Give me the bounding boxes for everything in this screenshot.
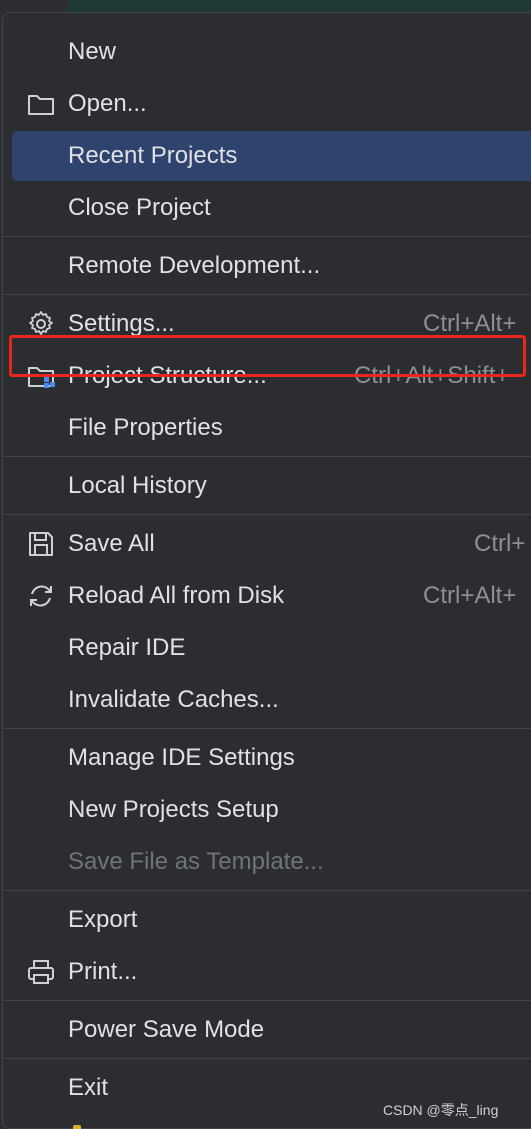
menu-item-label: Power Save Mode	[68, 1016, 265, 1043]
menu-item-reload-all-from-disk[interactable]: Reload All from Disk Ctrl+Alt+	[3, 570, 531, 622]
top-strip-dark	[0, 0, 68, 12]
menu-item-label: Remote Development...	[68, 252, 321, 279]
menu-item-label: Print...	[68, 958, 138, 985]
menu-item-label: Recent Projects	[68, 142, 238, 169]
menu-item-label: Local History	[68, 472, 207, 499]
menu-item-label: Save File as Template...	[68, 848, 324, 875]
menu-item-save-all[interactable]: Save All Ctrl+	[3, 518, 531, 570]
menu-item-label: Reload All from Disk	[68, 582, 285, 609]
menu-item-shortcut: Ctrl+	[474, 530, 526, 557]
menu-item-power-save-mode[interactable]: Power Save Mode	[3, 1004, 531, 1056]
watermark-text: CSDN @零点_ling	[383, 1102, 499, 1118]
printer-icon	[25, 956, 57, 988]
menu-item-open[interactable]: Open...	[3, 78, 531, 130]
menu-item-label: Close Project	[68, 194, 211, 221]
menu-item-repair-ide[interactable]: Repair IDE	[3, 622, 531, 674]
top-background-strip	[0, 0, 531, 12]
reload-icon	[25, 580, 57, 612]
menu-item-save-file-as-template: Save File as Template...	[3, 836, 531, 888]
menu-item-local-history[interactable]: Local History	[3, 460, 531, 512]
menu-item-label: Open...	[68, 90, 147, 117]
folder-icon	[25, 88, 57, 120]
menu-item-label: Invalidate Caches...	[68, 686, 279, 713]
menu-item-label: New	[68, 38, 117, 65]
bottom-yellow-mark	[73, 1125, 81, 1129]
menu-item-label: Settings...	[68, 310, 175, 337]
menu-item-label: Manage IDE Settings	[68, 744, 295, 771]
menu-item-label: Exit	[68, 1074, 109, 1101]
annotation-highlight-box	[9, 335, 526, 377]
menu-item-recent-projects[interactable]: Recent Projects	[3, 130, 531, 182]
save-icon	[25, 528, 57, 560]
menu-item-export[interactable]: Export	[3, 894, 531, 946]
menu-item-file-properties[interactable]: File Properties	[3, 402, 531, 454]
menu-item-shortcut: Ctrl+Alt+	[423, 310, 517, 337]
menu-item-print[interactable]: Print...	[3, 946, 531, 998]
menu-item-shortcut: Ctrl+Alt+	[423, 582, 517, 609]
menu-item-close-project[interactable]: Close Project	[3, 182, 531, 234]
menu-item-remote-development[interactable]: Remote Development...	[3, 240, 531, 292]
menu-item-manage-ide-settings[interactable]: Manage IDE Settings	[3, 732, 531, 784]
menu-item-new[interactable]: New	[3, 26, 531, 78]
menu-item-label: Export	[68, 906, 138, 933]
menu-item-new-projects-setup[interactable]: New Projects Setup	[3, 784, 531, 836]
file-menu: New Open... Recent Projects Close Projec…	[2, 12, 531, 1129]
menu-item-label: New Projects Setup	[68, 796, 279, 823]
menu-item-label: Repair IDE	[68, 634, 186, 661]
menu-item-label: File Properties	[68, 414, 223, 441]
menu-item-invalidate-caches[interactable]: Invalidate Caches...	[3, 674, 531, 726]
menu-item-label: Save All	[68, 530, 155, 557]
